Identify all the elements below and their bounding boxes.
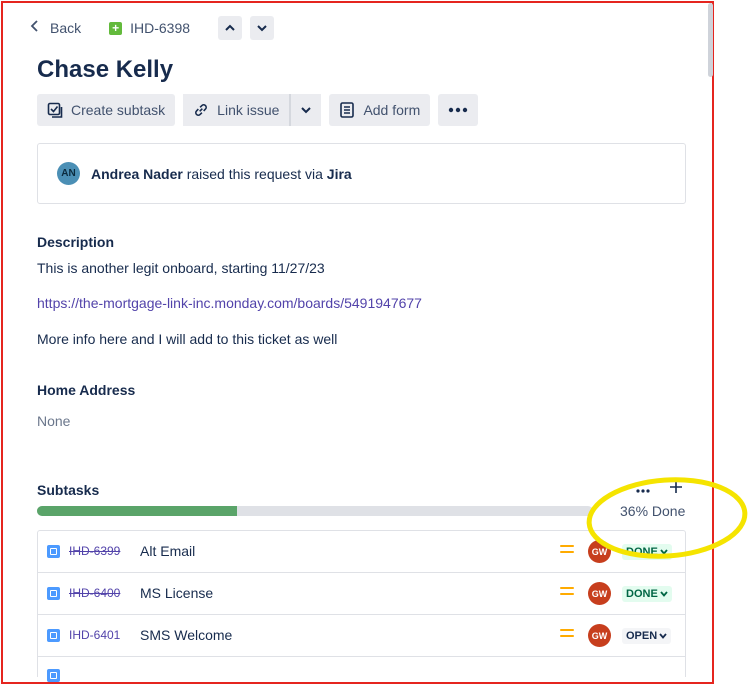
status-dropdown[interactable]: DONE: [622, 586, 672, 602]
next-issue-button[interactable]: [250, 16, 275, 40]
more-icon: [449, 107, 468, 113]
reporter-avatar[interactable]: AN: [57, 162, 80, 185]
create-subtask-button[interactable]: Create subtask: [37, 94, 176, 126]
subtask-key[interactable]: IHD-6399: [69, 544, 120, 558]
chevron-left-icon: [30, 19, 40, 37]
parent-issue-key: IHD-6398: [130, 20, 191, 36]
description-line-1: This is another legit onboard, starting …: [37, 260, 325, 276]
link-issue-label: Link issue: [217, 102, 280, 118]
link-issue-dropdown-button[interactable]: [291, 94, 322, 126]
status-label: DONE: [626, 588, 658, 600]
reporter-name[interactable]: Andrea Nader: [91, 166, 183, 182]
table-row[interactable]: IHD-6401 SMS Welcome GW OPEN: [38, 615, 685, 657]
link-issue-button[interactable]: Link issue: [183, 94, 290, 126]
annotation-circle: [586, 477, 748, 559]
top-bar: Back + IHD-6398: [30, 14, 275, 42]
chevron-up-icon: [225, 24, 235, 31]
back-button[interactable]: Back: [30, 19, 81, 37]
description-heading: Description: [37, 234, 115, 250]
subtask-key[interactable]: IHD-6401: [69, 628, 120, 642]
table-row-partial[interactable]: [38, 657, 685, 682]
issue-title[interactable]: Chase Kelly: [37, 56, 173, 84]
form-icon: [339, 102, 355, 118]
issue-navigation: [218, 16, 275, 40]
more-actions-button[interactable]: [438, 94, 479, 126]
status-dropdown[interactable]: OPEN: [622, 628, 672, 644]
new-feature-icon: +: [109, 21, 123, 35]
chevron-down-icon: [257, 25, 267, 32]
subtask-type-icon: [47, 587, 60, 600]
chevron-down-icon: [660, 591, 668, 597]
description-link[interactable]: https://the-mortgage-link-inc.monday.com…: [37, 295, 422, 311]
subtask-key[interactable]: IHD-6400: [69, 586, 120, 600]
chevron-down-icon: [659, 633, 667, 639]
home-address-value[interactable]: None: [37, 413, 70, 429]
add-form-button[interactable]: Add form: [329, 94, 431, 126]
table-row[interactable]: IHD-6400 MS License GW DONE: [38, 573, 685, 615]
subtask-type-icon: [47, 629, 60, 642]
chevron-down-icon: [301, 107, 312, 114]
assignee-avatar[interactable]: GW: [588, 624, 611, 647]
subtask-summary[interactable]: Alt Email: [140, 543, 195, 559]
parent-issue-link[interactable]: + IHD-6398: [109, 20, 190, 36]
request-origin-text: Andrea Nader raised this request via Jir…: [91, 166, 352, 182]
subtasks-progress-bar: [37, 506, 593, 516]
request-channel: Jira: [326, 165, 352, 182]
subtask-summary[interactable]: MS License: [140, 585, 213, 601]
home-address-heading: Home Address: [37, 382, 136, 398]
priority-medium-icon: [560, 545, 574, 557]
subtask-checkbox-icon: [47, 102, 63, 118]
description-line-2: More info here and I will add to this ti…: [37, 331, 338, 347]
assignee-avatar[interactable]: GW: [588, 582, 611, 605]
previous-issue-button[interactable]: [218, 16, 243, 40]
back-label: Back: [50, 20, 82, 36]
raised-middle-text: raised this request via: [182, 165, 327, 182]
link-issue-split-button: Link issue: [183, 94, 322, 126]
scrollbar[interactable]: [708, 3, 713, 77]
subtask-type-icon: [47, 545, 60, 558]
status-label: OPEN: [626, 630, 658, 642]
link-icon: [193, 102, 209, 118]
priority-medium-icon: [560, 629, 574, 641]
request-origin-panel: AN Andrea Nader raised this request via …: [37, 143, 686, 204]
priority-medium-icon: [560, 587, 574, 599]
subtask-summary[interactable]: SMS Welcome: [140, 627, 232, 643]
subtasks-heading: Subtasks: [37, 482, 100, 498]
subtask-type-icon: [47, 669, 60, 682]
subtasks-progress-fill: [37, 506, 238, 516]
add-form-label: Add form: [363, 102, 421, 118]
issue-toolbar: Create subtask Link issue Add form: [37, 94, 479, 126]
create-subtask-label: Create subtask: [71, 102, 166, 118]
